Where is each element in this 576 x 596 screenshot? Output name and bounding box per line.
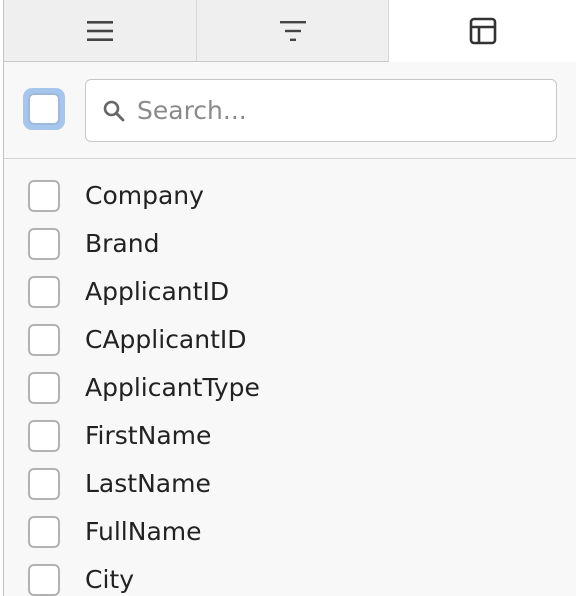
- tool-panel: Company Brand ApplicantID CApplicantID A…: [3, 0, 576, 596]
- column-item-capplicantid[interactable]: CApplicantID: [4, 303, 576, 356]
- column-search-row: [4, 62, 576, 159]
- search-input[interactable]: [137, 80, 542, 141]
- column-label: City: [85, 565, 134, 594]
- tool-panel-tabs: [4, 0, 576, 62]
- filter-tab[interactable]: [197, 0, 389, 61]
- menu-icon: [87, 20, 113, 41]
- column-item-brand[interactable]: Brand: [4, 207, 576, 260]
- column-list: Company Brand ApplicantID CApplicantID A…: [4, 159, 576, 596]
- column-item-company[interactable]: Company: [4, 159, 576, 212]
- columns-tab[interactable]: [4, 0, 197, 61]
- column-item-lastname[interactable]: LastName: [4, 447, 576, 500]
- column-item-fullname[interactable]: FullName: [4, 495, 576, 548]
- column-item-firstname[interactable]: FirstName: [4, 399, 576, 452]
- column-checkbox[interactable]: [28, 564, 60, 596]
- column-item-applicantid[interactable]: ApplicantID: [4, 255, 576, 308]
- column-item-applicanttype[interactable]: ApplicantType: [4, 351, 576, 404]
- select-all-checkbox[interactable]: [23, 88, 65, 130]
- table-icon: [469, 17, 496, 45]
- search-box[interactable]: [85, 79, 557, 142]
- filter-icon: [279, 20, 306, 41]
- column-item-city[interactable]: City: [4, 543, 576, 596]
- column-chooser-tab[interactable]: [389, 0, 576, 62]
- search-icon: [103, 100, 125, 122]
